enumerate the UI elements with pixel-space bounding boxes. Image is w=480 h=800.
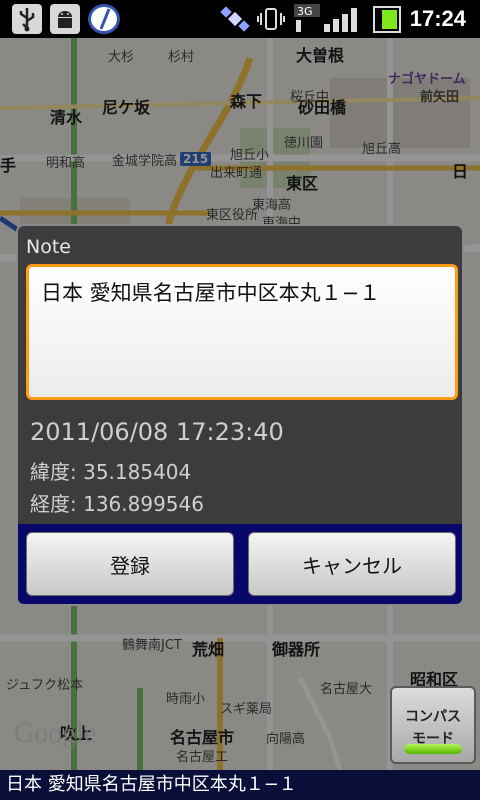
vibrate-icon — [256, 4, 286, 34]
status-bar: 3G 17:24 — [0, 0, 480, 38]
address-bar: 日本 愛知県名古屋市中区本丸１−１ — [0, 770, 480, 800]
android-icon — [50, 4, 80, 34]
google-logo: Google — [14, 718, 97, 749]
dialog-button-bar: 登録 キャンセル — [18, 524, 462, 604]
note-input[interactable]: 日本 愛知県名古屋市中区本丸１−１ — [26, 264, 458, 400]
battery-icon — [372, 4, 402, 34]
dialog-title: Note — [26, 236, 71, 258]
note-dialog: Note 日本 愛知県名古屋市中区本丸１−１ 2011/06/08 17:23:… — [16, 224, 464, 606]
latitude-value: 緯度: 35.185404 — [30, 460, 192, 484]
compass-mode-label-line1: コンパス — [405, 708, 461, 724]
compass-mode-indicator — [404, 744, 462, 754]
usb-icon — [12, 4, 42, 34]
note-datetime: 2011/06/08 17:23:40 — [30, 418, 284, 446]
register-button[interactable]: 登録 — [26, 532, 234, 596]
network-label: 3G — [297, 5, 313, 18]
compass-app-icon — [88, 4, 120, 34]
cancel-button[interactable]: キャンセル — [248, 532, 456, 596]
satellite-icon — [220, 4, 250, 34]
signal-3g-icon: 3G — [294, 4, 364, 34]
longitude-value: 経度: 136.899546 — [30, 492, 204, 516]
compass-mode-button[interactable]: コンパス モード — [390, 686, 476, 764]
status-clock: 17:24 — [409, 6, 466, 31]
